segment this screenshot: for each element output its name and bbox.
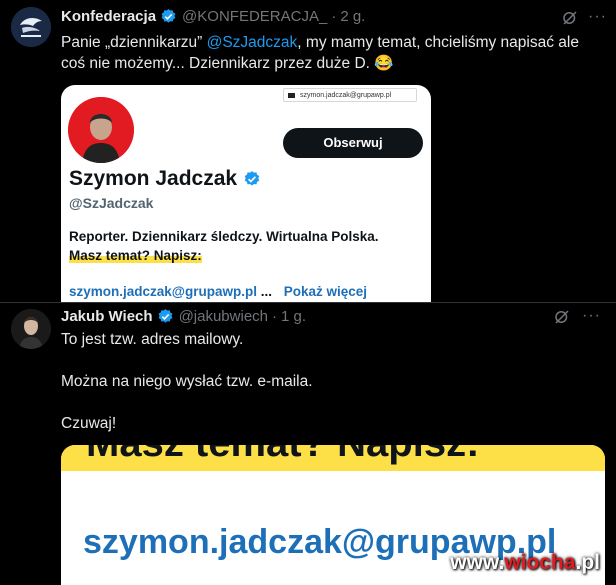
tweet-text-line: Można na niego wysłać tzw. e-maila. [61,373,313,390]
watermark-accent: wiocha [504,551,576,574]
ellipsis: ... [260,284,272,299]
verified-badge-icon [244,171,260,186]
site-watermark: www.wiocha.pl [450,551,600,575]
separator-dot: · [272,308,277,325]
show-more-link: Pokaż więcej [283,284,368,299]
person-portrait-icon [68,97,134,163]
tweet-header: Konfederacja @KONFEDERACJA_ · 2 g. [61,8,365,25]
author-handle[interactable]: @KONFEDERACJA_ [182,8,327,25]
profile-name-text: Szymon Jadczak [69,167,238,190]
bio-crop-text: Masz temat? Napisz: [86,445,479,466]
author-name[interactable]: Jakub Wiech [61,308,153,325]
tweet-header: Jakub Wiech @jakubwiech · 1 g. [61,308,306,325]
mail-icon [288,93,295,98]
konfederacja-logo-icon [11,7,51,47]
profile-bio: Reporter. Dziennikarz śledczy. Wirtualna… [69,227,378,265]
url-bar: szymon.jadczak@grupawp.pl [283,88,417,102]
mention-link[interactable]: @SzJadczak [207,34,298,51]
tweet-text-line: Czuwaj! [61,415,117,432]
bio-line-highlighted: Masz temat? Napisz: [69,248,202,263]
person-avatar-icon [11,309,51,349]
verified-badge-icon [161,9,176,23]
url-text: szymon.jadczak@grupawp.pl [300,92,392,99]
follow-button[interactable]: Obserwuj [283,128,423,158]
tweet-konfederacja[interactable]: Konfederacja @KONFEDERACJA_ · 2 g. ··· P… [0,0,616,302]
watermark-prefix: www. [450,551,505,574]
tweet-text: To jest tzw. adres mailowy. Można na nie… [61,329,601,434]
profile-name: Szymon Jadczak [69,167,261,191]
embedded-screenshot[interactable]: szymon.jadczak@grupawp.pl Obserwuj Szymo… [61,85,431,302]
profile-links: szymon.jadczak@grupawp.pl ... Pokaż więc… [69,284,367,299]
profile-handle: @SzJadczak [69,195,154,211]
tweet-text-part: Panie „dziennikarzu” [61,34,207,51]
profile-photo [68,97,134,163]
avatar[interactable] [11,309,51,349]
timestamp[interactable]: 2 g. [340,8,365,25]
tweet-text-line: To jest tzw. adres mailowy. [61,331,244,348]
author-handle[interactable]: @jakubwiech [179,308,268,325]
more-options-icon[interactable]: ··· [588,8,607,26]
separator-dot: · [331,8,337,25]
watermark-suffix: .pl [575,551,601,574]
grok-icon[interactable] [553,308,571,326]
more-options-icon[interactable]: ··· [582,307,601,325]
email-link: szymon.jadczak@grupawp.pl [69,284,257,299]
tweet-jakub-wiech[interactable]: Jakub Wiech @jakubwiech · 1 g. ··· To je… [0,302,616,585]
verified-badge-icon [158,309,172,323]
avatar[interactable] [11,7,51,47]
tweet-text: Panie „dziennikarzu” @SzJadczak, my mamy… [61,32,606,74]
bio-line: Reporter. Dziennikarz śledczy. Wirtualna… [69,229,379,244]
grok-icon[interactable] [561,9,579,27]
author-name[interactable]: Konfederacja [61,8,156,25]
timestamp[interactable]: 1 g. [281,308,306,325]
